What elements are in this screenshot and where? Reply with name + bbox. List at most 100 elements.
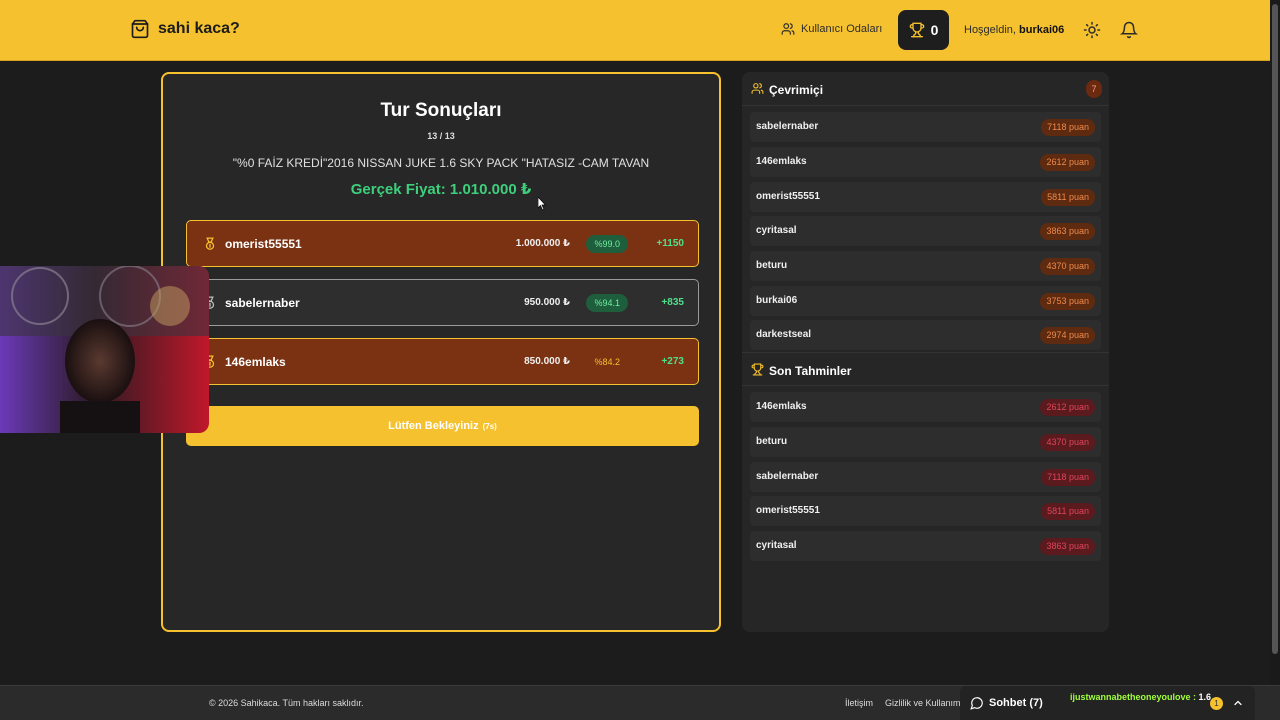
chat-unread-badge: 1 [1210,697,1223,710]
player-name: darkestseal [756,329,812,340]
result-player-name: omerist55551 [225,237,302,251]
player-name: sabelernaber [756,121,819,132]
player-score: 5811 puan [1041,189,1095,206]
footer: © 2026 Sahikaca. Tüm hakları saklıdır. İ… [0,685,1280,720]
player-name: omerist55551 [756,191,820,202]
online-player-item[interactable]: beturu 4370 puan [750,251,1101,281]
player-score: 4370 puan [1040,434,1095,451]
bell-icon[interactable] [1120,21,1138,39]
round-title: Tur Sonuçları [380,100,502,121]
recent-guess-item[interactable]: sabelernaber 7118 puan [750,462,1101,492]
welcome-text: Hoşgeldin, burkai06 [964,24,1064,36]
username[interactable]: burkai06 [1019,24,1064,36]
item-title: "%0 FAİZ KREDİ"2016 NISSAN JUKE 1.6 SKY … [232,156,650,170]
recent-guess-item[interactable]: 146emlaks 2612 puan [750,392,1101,422]
brand-name: sahi kaca? [158,20,240,37]
chat-bar[interactable]: Sohbet (7) ijustwannabetheoneyoulove : 1… [960,686,1255,720]
copyright-text: © 2026 Sahikaca. Tüm hakları saklıdır. [209,698,364,708]
player-score: 7118 puan [1041,469,1095,486]
online-player-item[interactable]: burkai06 3753 puan [750,286,1101,316]
chevron-up-icon[interactable] [1232,697,1244,709]
result-player-name: sabelernaber [225,296,300,310]
wait-button[interactable]: Lütfen Bekleyiniz (7s) [186,406,699,446]
shopping-bag-icon [131,19,149,39]
recent-guess-item[interactable]: beturu 4370 puan [750,427,1101,457]
webcam-image [0,266,209,433]
player-score: 4370 puan [1040,258,1095,275]
result-row-1: omerist55551 1.000.000 ₺ %99.0 +1150 [186,220,699,267]
result-guess: 850.000 ₺ [524,356,570,367]
player-name: omerist55551 [756,505,820,516]
player-name: beturu [756,436,788,447]
chat-preview: ijustwannabetheoneyoulove : 1.6 [1070,692,1211,702]
player-name: cyritasal [756,225,797,236]
sun-icon[interactable] [1083,21,1101,39]
online-player-item[interactable]: cyritasal 3863 puan [750,216,1101,246]
player-name: 146emlaks [756,156,807,167]
result-points: +1150 [656,238,684,249]
player-score: 7118 puan [1041,119,1095,136]
result-guess: 950.000 ₺ [524,297,570,308]
online-title: Çevrimiçi [769,83,824,97]
recent-guess-item[interactable]: cyritasal 3863 puan [750,531,1101,561]
accuracy-badge: %99.0 [586,235,628,253]
medal-icon [205,237,215,250]
online-player-item[interactable]: omerist55551 5811 puan [750,182,1101,212]
chat-text: 1.6 [1198,692,1212,702]
result-guess: 1.000.000 ₺ [515,238,570,249]
result-row-3: 146emlaks 850.000 ₺ %84.2 +273 [186,338,699,385]
page-scrollbar[interactable] [1270,0,1280,685]
trophy-button[interactable]: 0 [898,10,949,50]
player-score: 2612 puan [1040,399,1095,416]
wait-label: Lütfen Bekleyiniz [388,420,479,432]
result-points: +273 [661,356,684,367]
welcome-prefix: Hoşgeldin, [964,24,1016,36]
privacy-link[interactable]: Gizlilik ve Kullanım [885,698,961,708]
users-icon [781,23,795,35]
mouse-cursor-icon [538,197,546,211]
online-player-item[interactable]: 146emlaks 2612 puan [750,147,1101,177]
online-player-item[interactable]: darkestseal 2974 puan [750,320,1101,350]
player-name: beturu [756,260,788,271]
trophy-icon [751,363,764,376]
chat-bubble-icon [970,697,983,710]
result-row-2: sabelernaber 950.000 ₺ %94.1 +835 [186,279,699,326]
player-score: 3863 puan [1040,538,1095,555]
player-name: sabelernaber [756,471,819,482]
player-name: burkai06 [756,295,798,306]
player-score: 3863 puan [1040,223,1095,240]
accuracy-badge: %84.2 [594,357,620,367]
user-rooms-label: Kullanıcı Odaları [801,23,883,35]
scrollbar-thumb[interactable] [1272,4,1278,654]
webcam-overlay [0,266,209,433]
result-player-name: 146emlaks [225,355,286,369]
online-count-badge: 7 [1086,80,1102,98]
trophy-count: 0 [930,22,939,38]
player-score: 2974 puan [1040,327,1095,344]
recent-guess-item[interactable]: omerist55551 5811 puan [750,496,1101,526]
player-score: 5811 puan [1041,503,1095,520]
trophy-icon [909,22,924,38]
player-name: 146emlaks [756,401,807,412]
brand-logo[interactable]: sahi kaca? [130,19,240,39]
recent-guesses-title: Son Tahminler [769,364,852,378]
chat-label[interactable]: Sohbet (7) [989,697,1043,709]
sidebar-panel: Çevrimiçi 7 sabelernaber 7118 puan 146eml… [742,72,1109,632]
round-counter: 13 / 13 [427,131,455,141]
player-score: 2612 puan [1040,154,1095,171]
recent-guesses-header: Son Tahminler [742,352,1109,386]
contact-link[interactable]: İletişim [845,698,873,708]
accuracy-badge: %94.1 [586,294,628,312]
result-points: +835 [661,297,684,308]
player-score: 3753 puan [1040,293,1095,310]
real-price: Gerçek Fiyat: 1.010.000 ₺ [350,181,532,198]
users-icon [751,83,764,94]
user-rooms-link[interactable]: Kullanıcı Odaları [781,22,882,36]
wait-seconds: (7s) [482,421,497,431]
player-name: cyritasal [756,540,797,551]
chat-user: ijustwannabetheoneyoulove : [1070,692,1197,702]
top-navbar: sahi kaca? Kullanıcı Odaları 0 Hoşgeldin… [0,0,1280,61]
online-header: Çevrimiçi 7 [742,72,1109,106]
round-results-card: Tur Sonuçları 13 / 13 "%0 FAİZ KREDİ"201… [161,72,721,632]
online-player-item[interactable]: sabelernaber 7118 puan [750,112,1101,142]
